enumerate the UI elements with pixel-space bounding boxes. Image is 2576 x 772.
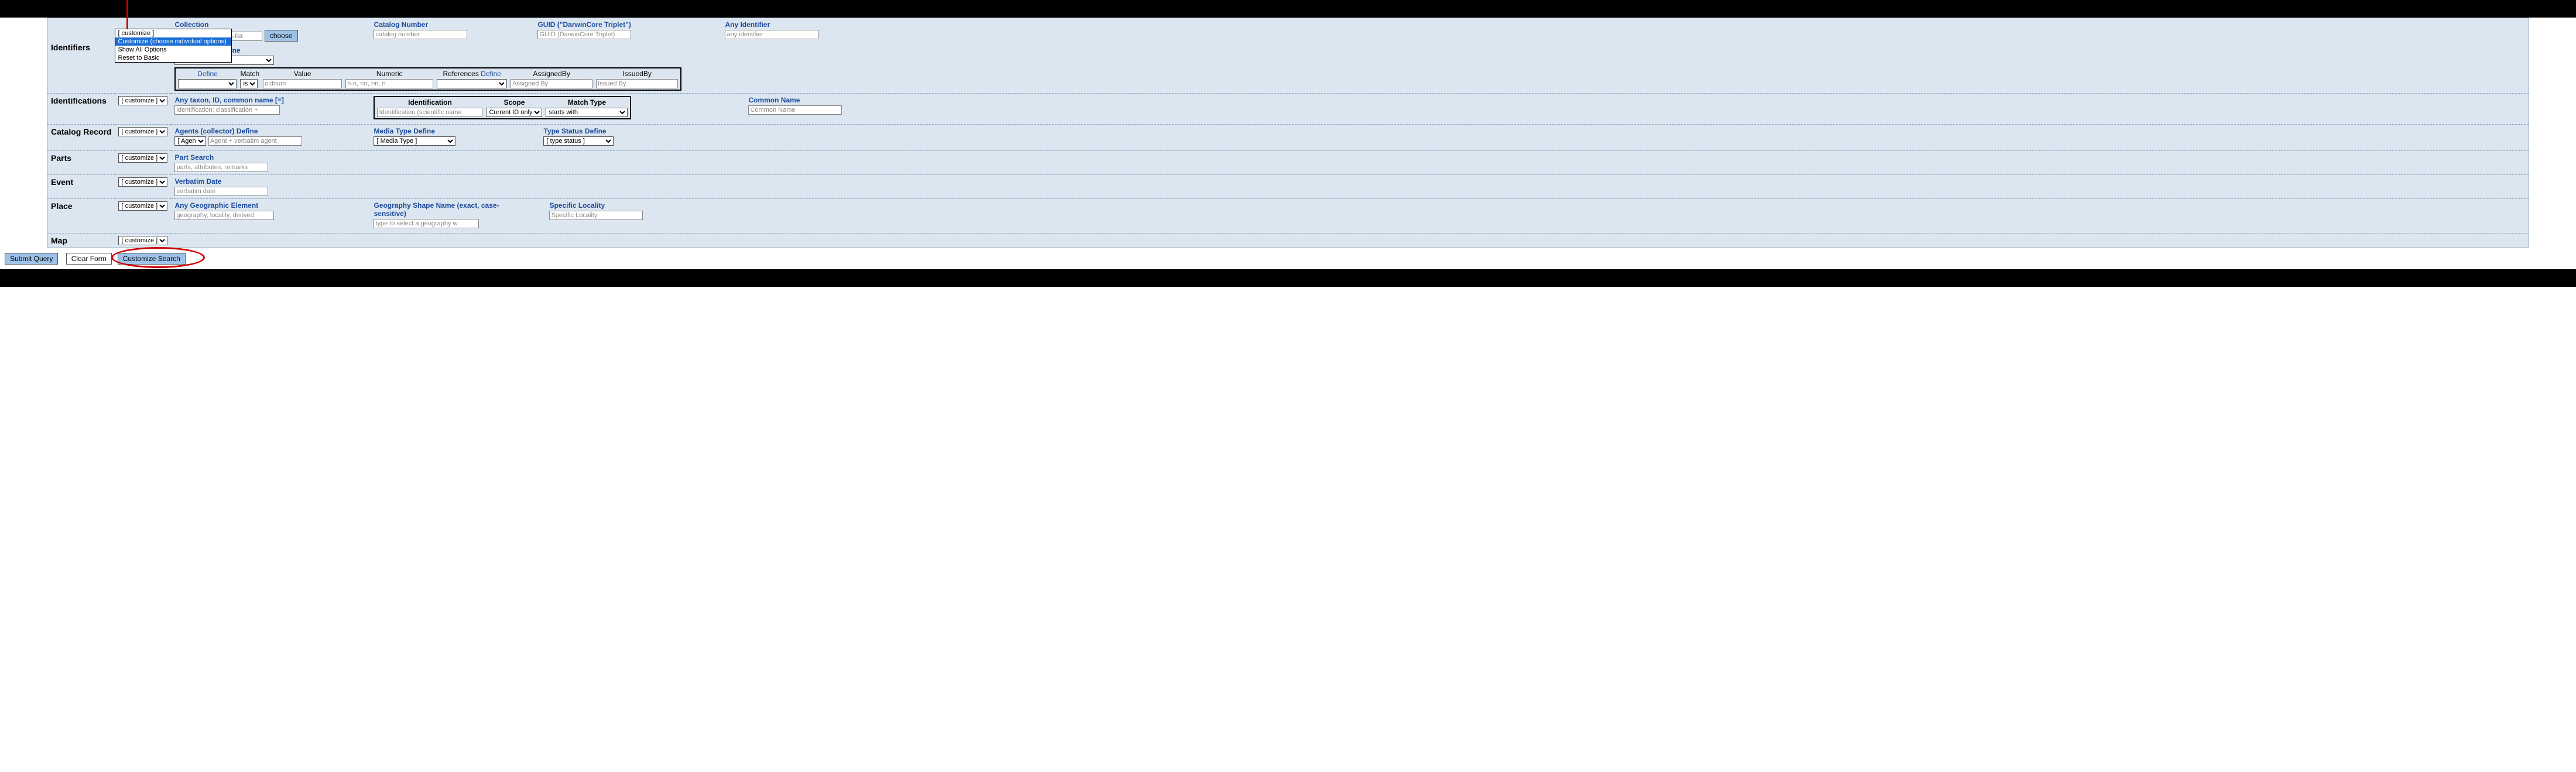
agent-role-select[interactable]: [ Agen (174, 136, 206, 146)
parts-customize-select[interactable]: [ customize ] (118, 153, 167, 163)
clear-form-button[interactable]: Clear Form (66, 253, 112, 265)
customize-search-button[interactable]: Customize Search (118, 253, 186, 265)
search-form-table: Identifiers [ customize ] [ customize ] … (47, 18, 2529, 248)
section-catalogrecord-label: Catalog Record (47, 125, 115, 151)
otherid-value-head: Value (262, 70, 343, 78)
identifiers-customize-dropdown-open[interactable]: [ customize ] Customize (choose individu… (115, 29, 232, 63)
relationship-define-label: Relationship Define (174, 46, 2525, 54)
catalog-number-input[interactable] (374, 30, 467, 39)
partsearch-label: Part Search (174, 153, 2525, 162)
otherid-assignedby-input[interactable] (511, 79, 592, 88)
otherid-references-define-link[interactable]: Define (481, 70, 501, 78)
section-parts-label: Parts (47, 151, 115, 175)
customize-option-showall[interactable]: Show All Options (115, 46, 231, 54)
customize-option-customize[interactable]: [ customize ] (115, 29, 231, 37)
submit-query-button[interactable]: Submit Query (5, 253, 58, 265)
collection-label: Collection (174, 20, 350, 29)
otherid-type-select[interactable] (178, 79, 237, 88)
identifications-customize-select[interactable]: [ customize ] (118, 96, 167, 105)
customize-option-individual[interactable]: Customize (choose individual options) (115, 37, 231, 46)
otherid-match-head: Match (239, 70, 261, 78)
catalog-number-label: Catalog Number (374, 20, 514, 29)
verbatimdate-label: Verbatim Date (174, 177, 2525, 186)
bottom-button-bar: Submit Query Clear Form Customize Search (2, 248, 2529, 269)
agents-label: Agents (collector) Define (174, 127, 350, 135)
otherid-define-link[interactable]: Define (197, 70, 218, 78)
otherid-references-select[interactable] (437, 79, 507, 88)
otherid-match-select[interactable]: is (240, 79, 258, 88)
locality-input[interactable] (549, 211, 643, 220)
partsearch-input[interactable] (174, 163, 268, 172)
otherid-numeric-head: Numeric (344, 70, 434, 78)
catalog-customize-select[interactable]: [ customize ] (118, 127, 167, 136)
scope-head: Scope (485, 98, 543, 107)
otherid-assignedby-head: AssignedBy (509, 70, 594, 78)
place-customize-select[interactable]: [ customize ] (118, 201, 167, 211)
matchtype-head: Match Type (544, 98, 629, 107)
anygeo-label: Any Geographic Element (174, 201, 350, 210)
mediatype-select[interactable]: [ Media Type ] (374, 136, 455, 146)
otherid-issuedby-head: IssuedBy (595, 70, 679, 78)
locality-label: Specific Locality (549, 201, 643, 210)
anygeo-input[interactable] (174, 211, 274, 220)
typestatus-label: Type Status Define (543, 127, 614, 135)
otherid-issuedby-input[interactable] (596, 79, 678, 88)
section-identifiers-label: Identifiers (47, 18, 115, 94)
customize-option-reset[interactable]: Reset to Basic (115, 54, 231, 62)
choose-button[interactable]: choose (265, 30, 298, 42)
agent-input[interactable] (208, 136, 302, 146)
identification-table: Identification Scope Match Type Current … (374, 96, 631, 119)
bottom-black-bar (0, 269, 2576, 287)
section-map-label: Map (47, 234, 115, 248)
anytaxon-input[interactable] (174, 105, 280, 115)
mediatype-label: Media Type Define (374, 127, 520, 135)
guid-input[interactable] (537, 30, 631, 39)
map-customize-select[interactable]: [ customize ] (118, 236, 167, 245)
otherid-value-input[interactable] (263, 79, 342, 88)
commonname-input[interactable] (748, 105, 842, 115)
any-identifier-input[interactable] (725, 30, 818, 39)
other-id-table: Define Match Value Numeric References De… (174, 67, 681, 91)
identification-head: Identification (376, 98, 484, 107)
matchtype-select[interactable]: starts with (546, 108, 628, 117)
section-place-label: Place (47, 199, 115, 234)
any-identifier-label: Any Identifier (725, 20, 818, 29)
geoshape-input[interactable] (374, 219, 479, 228)
typestatus-select[interactable]: [ type status ] (543, 136, 614, 146)
anytaxon-label: Any taxon, ID, common name [=] (174, 96, 350, 104)
geoshape-label: Geography Shape Name (exact, case-sensit… (374, 201, 526, 218)
verbatimdate-input[interactable] (174, 187, 268, 196)
guid-label: GUID ("DarwinCore Triplet") (537, 20, 701, 29)
section-event-label: Event (47, 175, 115, 199)
identification-input[interactable] (377, 108, 482, 117)
event-customize-select[interactable]: [ customize ] (118, 177, 167, 187)
top-black-bar (0, 0, 2576, 18)
commonname-label: Common Name (748, 96, 842, 104)
scope-select[interactable]: Current ID only (486, 108, 542, 117)
otherid-numeric-input[interactable] (345, 79, 433, 88)
section-identifications-label: Identifications (47, 94, 115, 125)
otherid-references-head: References (443, 70, 478, 78)
